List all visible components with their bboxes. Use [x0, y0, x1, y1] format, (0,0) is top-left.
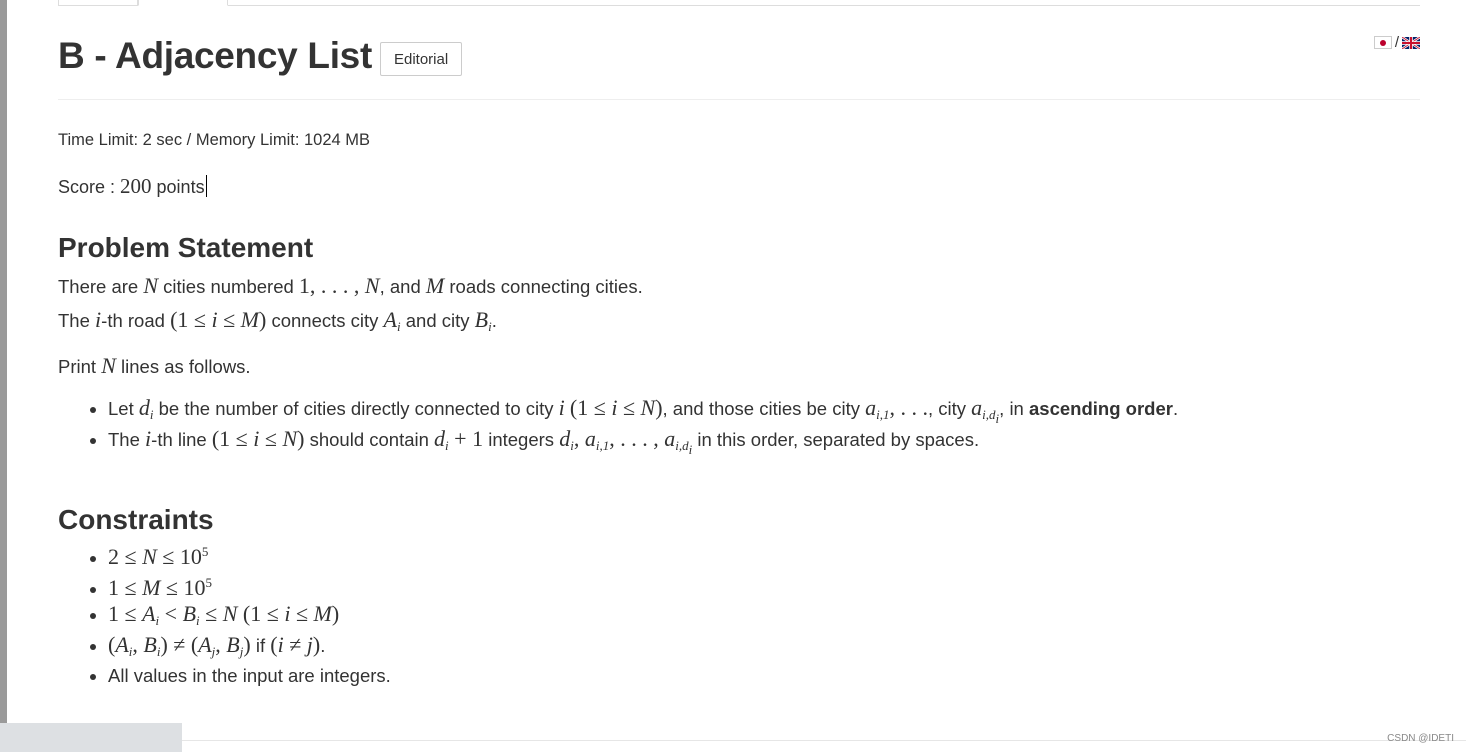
tab-bar — [58, 0, 1420, 6]
uk-flag-icon[interactable] — [1402, 36, 1420, 49]
page-title: B - Adjacency List — [58, 35, 372, 76]
tab-previous[interactable] — [58, 0, 138, 6]
score-label: Score : — [58, 177, 121, 197]
editorial-button[interactable]: Editorial — [379, 42, 463, 76]
constraints-section: Constraints 2 ≤ N ≤ 105 1 ≤ M ≤ 105 1 ≤ … — [58, 504, 1426, 691]
tab-underline — [58, 5, 1420, 6]
list-item: 1 ≤ M ≤ 105 — [108, 567, 1426, 600]
window-left-edge — [0, 0, 7, 752]
score-text: Score : 200 points — [58, 174, 207, 199]
japan-flag-icon[interactable] — [1373, 36, 1392, 49]
list-item: The i-th line (1 ≤ i ≤ N) should contain… — [108, 423, 1426, 457]
tab-task[interactable] — [138, 0, 228, 6]
title-divider — [58, 99, 1420, 100]
list-item: Let di be the number of cities directly … — [108, 392, 1426, 426]
list-item: 1 ≤ Ai < Bi ≤ N (1 ≤ i ≤ M) — [108, 598, 1426, 629]
limits-text: Time Limit: 2 sec / Memory Limit: 1024 M… — [58, 131, 371, 149]
constraints-heading: Constraints — [58, 504, 214, 535]
language-switcher: / — [1373, 34, 1420, 51]
horizontal-scrollbar-thumb[interactable] — [0, 723, 182, 752]
bottom-divider — [182, 740, 1466, 741]
problem-statement-section: Problem Statement There are N cities num… — [58, 232, 1426, 457]
problem-statement-heading: Problem Statement — [58, 232, 314, 263]
score-value: 200 — [120, 174, 152, 198]
statement-line-1: There are N cities numbered 1, . . . , N… — [58, 273, 643, 298]
text-caret — [205, 175, 207, 197]
output-rules-list: Let di be the number of cities directly … — [58, 392, 1426, 457]
score-unit: points — [151, 177, 205, 197]
list-item: All values in the input are integers. — [108, 660, 1426, 691]
list-item: (Ai, Bi) ≠ (Aj, Bj) if (i ≠ j). — [108, 629, 1426, 660]
title-row: B - Adjacency List Editorial — [58, 26, 463, 86]
statement-body: There are N cities numbered 1, . . . , N… — [58, 269, 1426, 337]
constraints-list: 2 ≤ N ≤ 105 1 ≤ M ≤ 105 1 ≤ Ai < Bi ≤ N … — [58, 536, 1426, 691]
watermark: CSDN @IDETI — [1387, 733, 1454, 744]
list-item: 2 ≤ N ≤ 105 — [108, 536, 1426, 569]
lang-separator: / — [1394, 34, 1399, 51]
statement-line-2: The i-th road (1 ≤ i ≤ M) connects city … — [58, 307, 497, 334]
print-instruction: Print N lines as follows. — [58, 353, 251, 378]
